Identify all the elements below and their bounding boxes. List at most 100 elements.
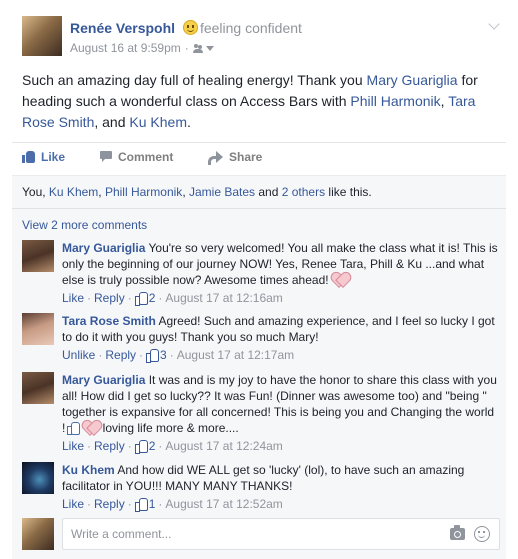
comment-like-link[interactable]: Like	[62, 291, 84, 305]
tag-ku-khem[interactable]: Ku Khem	[129, 114, 187, 130]
tag-mary-guariglia[interactable]: Mary Guariglia	[367, 72, 458, 88]
comment-time[interactable]: August 17 at 12:17am	[177, 348, 294, 362]
comment-reply-link[interactable]: Reply	[94, 439, 125, 453]
comment-time[interactable]: August 17 at 12:52am	[165, 497, 282, 511]
meta-separator: ·	[184, 41, 189, 55]
reactions-sep: ,	[182, 185, 189, 199]
heart-emoji-icon	[83, 421, 99, 435]
like-count-value: 3	[160, 348, 167, 362]
commenter-avatar[interactable]	[22, 313, 54, 345]
smiley-feeling-icon	[182, 20, 198, 35]
thumbs-up-icon	[134, 440, 148, 454]
others-link[interactable]: 2 others	[282, 185, 325, 199]
comment-body: Ku Khem And how did WE ALL get so 'lucky…	[62, 462, 500, 512]
comment-body: Mary Guariglia It was and is my joy to h…	[62, 372, 500, 454]
post-text-part: , and	[94, 114, 130, 130]
like-count-value: 1	[148, 497, 156, 511]
comment-input[interactable]	[71, 519, 431, 549]
tag-phill-harmonik[interactable]: Phill Harmonik	[350, 93, 440, 109]
thumbs-up-icon	[22, 150, 36, 163]
commenter-avatar[interactable]	[22, 372, 54, 404]
comments-area: View 2 more comments Mary Guariglia You'…	[12, 209, 506, 559]
post-text-part: .	[186, 114, 191, 130]
post-timestamp[interactable]: August 16 at 9:59pm	[70, 41, 181, 55]
comment-body: Tara Rose Smith Agreed! Such and amazing…	[62, 313, 500, 363]
footer-dot: ·	[127, 291, 132, 305]
footer-dot: ·	[139, 348, 144, 362]
comment-label: Comment	[118, 150, 174, 164]
comment-like-count[interactable]: 2	[134, 291, 156, 306]
current-user-avatar	[22, 518, 54, 550]
commenter-avatar[interactable]	[22, 240, 54, 272]
comment-footer: Unlike · Reply · 3 · August 17 at 12:17am	[62, 347, 500, 363]
post-meta: August 16 at 9:59pm ·	[70, 41, 214, 55]
comment-author[interactable]: Mary Guariglia	[62, 373, 145, 387]
thumbs-up-icon	[134, 498, 148, 512]
comment-author[interactable]: Ku Khem	[62, 463, 115, 477]
comment-like-link[interactable]: Like	[62, 439, 84, 453]
comment-content: Ku Khem And how did WE ALL get so 'lucky…	[62, 462, 500, 494]
thumbs-up-icon	[134, 292, 148, 306]
post-options-chevron-icon[interactable]	[488, 22, 502, 32]
comment-text: And how did WE ALL get so 'lucky' (lol),…	[62, 463, 465, 493]
comment-content: Mary Guariglia It was and is my joy to h…	[62, 372, 500, 436]
comment-content: Tara Rose Smith Agreed! Such and amazing…	[62, 313, 500, 345]
reactions-summary: You, Ku Khem, Phill Harmonik, Jamie Bate…	[22, 185, 372, 199]
view-more-comments-link[interactable]: View 2 more comments	[22, 218, 147, 232]
commenter-avatar[interactable]	[22, 462, 54, 494]
comment-time[interactable]: August 17 at 12:16am	[165, 291, 282, 305]
comment-reply-link[interactable]: Reply	[94, 291, 125, 305]
comment-reply-link[interactable]: Reply	[94, 497, 125, 511]
share-button[interactable]: Share	[208, 148, 262, 166]
liker-name[interactable]: Jamie Bates	[189, 185, 255, 199]
footer-dot: ·	[158, 497, 163, 511]
reactions-and: and	[255, 185, 282, 199]
thumbs-up-icon	[146, 349, 160, 363]
emoji-icon[interactable]	[474, 526, 490, 542]
share-arrow-icon	[208, 150, 223, 165]
like-button[interactable]: Like	[22, 148, 65, 166]
comment-footer: Like · Reply · 1 · August 17 at 12:52am	[62, 496, 500, 512]
comment-like-count[interactable]: 2	[134, 439, 156, 454]
author-avatar[interactable]	[22, 16, 62, 56]
comment-unlike-link[interactable]: Unlike	[62, 348, 95, 362]
comment-author[interactable]: Tara Rose Smith	[62, 314, 156, 328]
reactions-bar: You, Ku Khem, Phill Harmonik, Jamie Bate…	[12, 175, 506, 209]
liker-name[interactable]: Phill Harmonik	[105, 185, 182, 199]
friends-audience-icon[interactable]	[192, 44, 203, 53]
actions-divider	[12, 142, 506, 143]
comment-like-count[interactable]: 3	[146, 348, 167, 363]
comment-time[interactable]: August 17 at 12:24am	[165, 439, 282, 453]
comment-button[interactable]: Comment	[100, 148, 518, 166]
comment-composer	[22, 518, 500, 552]
heart-emoji-icon	[332, 273, 348, 287]
thumbs-up-emoji-icon	[67, 421, 81, 435]
footer-dot: ·	[87, 291, 92, 305]
comment-like-count[interactable]: 1	[134, 497, 156, 512]
feeling-text: feeling confident	[199, 20, 302, 36]
like-label: Like	[41, 150, 66, 164]
comment-author[interactable]: Mary Guariglia	[62, 241, 145, 255]
like-count-value: 2	[148, 291, 156, 305]
post-header: Renée Verspohl feeling confident August …	[22, 16, 502, 60]
comment-like-link[interactable]: Like	[62, 497, 84, 511]
footer-dot: ·	[127, 439, 132, 453]
post-text: Such an amazing day full of healing ener…	[22, 70, 502, 133]
author-line: Renée Verspohl feeling confident	[70, 20, 302, 36]
author-name[interactable]: Renée Verspohl	[70, 20, 175, 36]
footer-dot: ·	[127, 497, 132, 511]
footer-dot: ·	[87, 439, 92, 453]
footer-dot: ·	[87, 497, 92, 511]
comment-reply-link[interactable]: Reply	[105, 348, 136, 362]
footer-dot: ·	[158, 439, 163, 453]
like-count-value: 2	[148, 439, 156, 453]
comment-box[interactable]	[62, 518, 500, 550]
liker-name[interactable]: Ku Khem	[49, 185, 98, 199]
reactions-sep: ,	[98, 185, 105, 199]
camera-icon[interactable]	[450, 525, 465, 540]
comment-content: Mary Guariglia You're so very welcomed! …	[62, 240, 500, 288]
footer-dot: ·	[98, 348, 103, 362]
caret-down-icon[interactable]	[205, 46, 214, 51]
footer-dot: ·	[158, 291, 163, 305]
reactions-prefix: You,	[22, 185, 49, 199]
